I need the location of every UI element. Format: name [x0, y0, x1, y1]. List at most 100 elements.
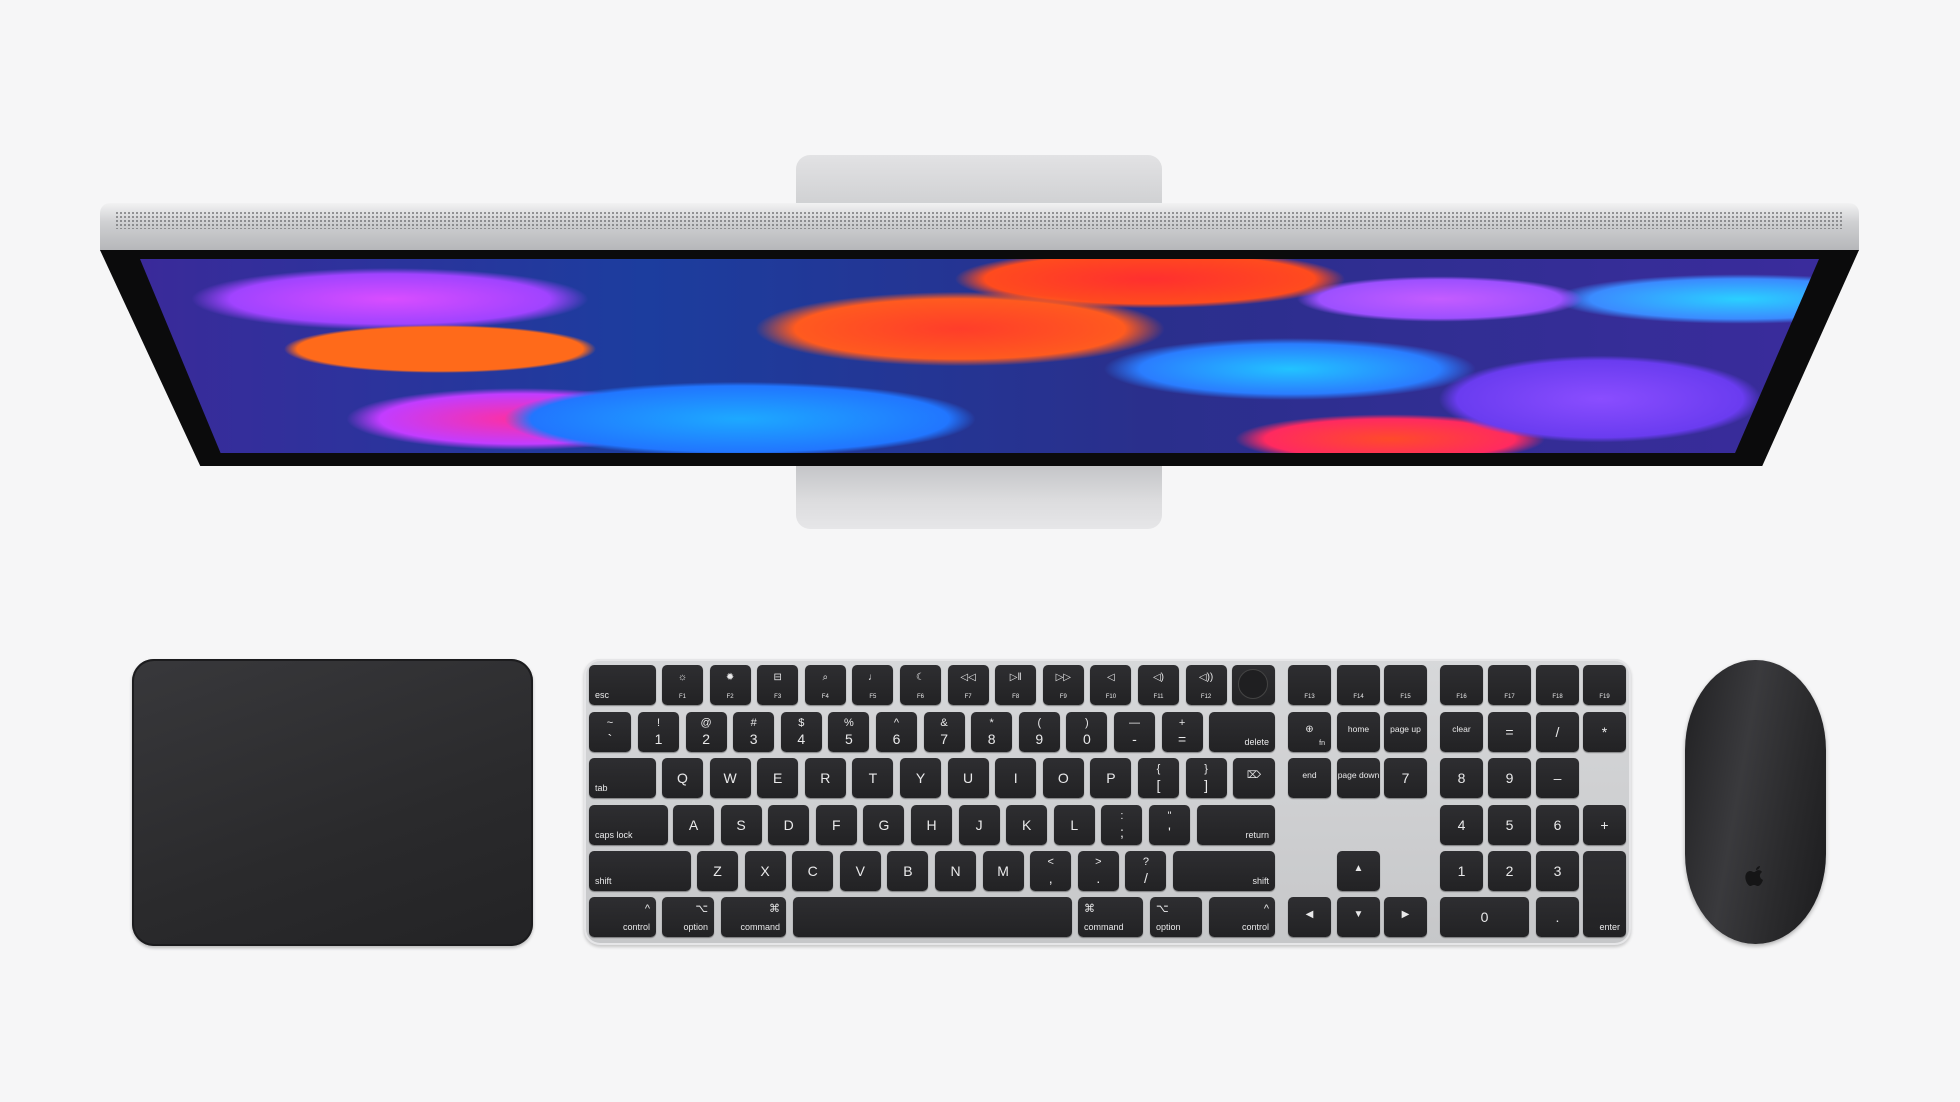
- space-bar[interactable]: [793, 897, 1072, 937]
- key-end[interactable]: end: [1288, 758, 1331, 798]
- key-f13[interactable]: F13: [1288, 665, 1331, 705]
- key-page-up[interactable]: page up: [1384, 712, 1427, 752]
- key-7[interactable]: 7: [1384, 758, 1427, 798]
- key-1[interactable]: ! 1: [638, 712, 679, 752]
- key-option[interactable]: ⌥ option: [662, 897, 714, 937]
- key--[interactable]: <,: [1030, 851, 1072, 891]
- key-u[interactable]: U: [947, 758, 989, 798]
- key-command[interactable]: ⌘ command: [1078, 897, 1143, 937]
- key--[interactable]: .: [1536, 897, 1579, 937]
- key-enter[interactable]: enter: [1583, 851, 1626, 937]
- key-f11[interactable]: ◁) F11: [1138, 665, 1179, 705]
- key-0[interactable]: ) 0: [1066, 712, 1108, 752]
- key-y[interactable]: Y: [900, 758, 941, 798]
- key-f5[interactable]: ♩ F5: [852, 665, 894, 705]
- key-9[interactable]: 9: [1488, 758, 1531, 798]
- key-f14[interactable]: F14: [1337, 665, 1380, 705]
- key--[interactable]: >.: [1077, 851, 1119, 891]
- key-esc[interactable]: esc: [589, 665, 656, 705]
- key-2[interactable]: @2: [685, 712, 727, 752]
- key-1[interactable]: 1: [1440, 851, 1483, 891]
- key-f9[interactable]: ▷▷ F9: [1042, 665, 1084, 705]
- key-p[interactable]: P: [1090, 758, 1132, 798]
- key-t[interactable]: T: [852, 758, 894, 798]
- key--[interactable]: ? /: [1125, 851, 1167, 891]
- key-n[interactable]: N: [935, 851, 976, 891]
- key-touch-id-icon[interactable]: [1232, 665, 1275, 705]
- key-f3[interactable]: ⊟ F3: [757, 665, 799, 705]
- key-z[interactable]: Z: [697, 851, 738, 891]
- key-arrow-right-icon[interactable]: ▶: [1384, 897, 1427, 937]
- key-control[interactable]: ^ control: [589, 897, 656, 937]
- key-8[interactable]: * 8: [971, 712, 1013, 752]
- magic-mouse[interactable]: [1685, 660, 1826, 944]
- key-arrow-up-icon[interactable]: ▲: [1337, 851, 1380, 891]
- key-5[interactable]: % 5: [828, 712, 870, 752]
- key-f17[interactable]: F17: [1488, 665, 1531, 705]
- key--[interactable]: /: [1536, 712, 1579, 752]
- key-3[interactable]: #3: [733, 712, 775, 752]
- key-0[interactable]: 0: [1440, 897, 1529, 937]
- key-f8[interactable]: ▷‖ F8: [995, 665, 1037, 705]
- key-4[interactable]: $4: [780, 712, 822, 752]
- key-l[interactable]: L: [1053, 805, 1095, 845]
- key-return[interactable]: return: [1197, 805, 1275, 845]
- key-shift[interactable]: shift: [1173, 851, 1275, 891]
- key--[interactable]: — -: [1114, 712, 1155, 752]
- key--[interactable]: :;: [1101, 805, 1143, 845]
- key-f12[interactable]: ◁)) F12: [1185, 665, 1227, 705]
- key-q[interactable]: Q: [662, 758, 703, 798]
- magic-trackpad[interactable]: [132, 659, 533, 946]
- key--[interactable]: –: [1536, 758, 1579, 798]
- key-caps-lock[interactable]: caps lock: [589, 805, 668, 845]
- key-command[interactable]: ⌘ command: [721, 897, 786, 937]
- key-tab[interactable]: tab: [589, 758, 656, 798]
- key-b[interactable]: B: [887, 851, 929, 891]
- key-f4[interactable]: ⌕ F4: [804, 665, 846, 705]
- key-w[interactable]: W: [709, 758, 751, 798]
- key--[interactable]: " ': [1149, 805, 1190, 845]
- key-8[interactable]: 8: [1440, 758, 1483, 798]
- key--[interactable]: =: [1488, 712, 1531, 752]
- key-x[interactable]: X: [744, 851, 786, 891]
- key-9[interactable]: (9: [1018, 712, 1060, 752]
- key--[interactable]: }]: [1185, 758, 1227, 798]
- key-c[interactable]: C: [792, 851, 834, 891]
- key-6[interactable]: ^ 6: [876, 712, 917, 752]
- key-f10[interactable]: ◁ F10: [1090, 665, 1132, 705]
- key--[interactable]: {[: [1138, 758, 1179, 798]
- key--[interactable]: *: [1583, 712, 1626, 752]
- key--[interactable]: ~ `: [589, 712, 631, 752]
- key-h[interactable]: H: [911, 805, 952, 845]
- key-4[interactable]: 4: [1440, 805, 1483, 845]
- key-f19[interactable]: F19: [1583, 665, 1626, 705]
- key-f16[interactable]: F16: [1440, 665, 1483, 705]
- key-arrow-left-icon[interactable]: ◀: [1288, 897, 1331, 937]
- key-2[interactable]: 2: [1488, 851, 1531, 891]
- key-f1[interactable]: ☼ F1: [662, 665, 703, 705]
- key-control[interactable]: ^ control: [1209, 897, 1275, 937]
- key-v[interactable]: V: [839, 851, 881, 891]
- key-i[interactable]: I: [995, 758, 1037, 798]
- key-s[interactable]: S: [720, 805, 762, 845]
- key-j[interactable]: J: [958, 805, 1000, 845]
- key-clear[interactable]: clear: [1440, 712, 1483, 752]
- key-page-down[interactable]: page down: [1337, 758, 1380, 798]
- key-f7[interactable]: ◁◁ F7: [947, 665, 989, 705]
- key-k[interactable]: K: [1006, 805, 1048, 845]
- key-f6[interactable]: ☾ F6: [900, 665, 941, 705]
- key--[interactable]: +: [1583, 805, 1626, 845]
- key-5[interactable]: 5: [1488, 805, 1531, 845]
- key-a[interactable]: A: [673, 805, 714, 845]
- key-e[interactable]: E: [757, 758, 799, 798]
- key-home[interactable]: home: [1337, 712, 1380, 752]
- key-f2[interactable]: ✹ F2: [709, 665, 751, 705]
- key-shift[interactable]: shift: [589, 851, 691, 891]
- key-3[interactable]: 3: [1536, 851, 1579, 891]
- key-d[interactable]: D: [768, 805, 810, 845]
- key-r[interactable]: R: [804, 758, 846, 798]
- key-g[interactable]: G: [863, 805, 905, 845]
- key-m[interactable]: M: [982, 851, 1024, 891]
- key-o[interactable]: O: [1042, 758, 1084, 798]
- key-delete[interactable]: delete: [1209, 712, 1275, 752]
